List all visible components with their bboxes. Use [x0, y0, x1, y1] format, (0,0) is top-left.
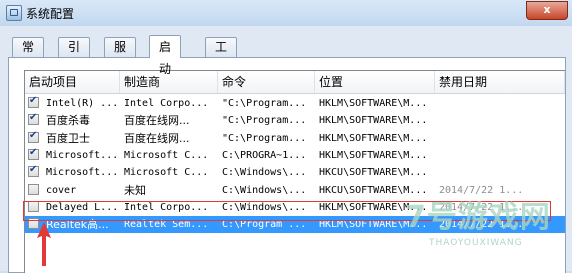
cell-disabled-date	[435, 147, 565, 164]
startup-checkbox[interactable]	[28, 112, 39, 126]
column-disabled-date[interactable]: 禁用日期	[435, 71, 565, 93]
cell-startup-item: Intel(R) ...	[46, 98, 119, 109]
table-row[interactable]: Microsoft... Microsoft C... C:\PROGRA~1...…	[25, 147, 565, 164]
cell-startup-item: 百度杀毒	[46, 114, 90, 128]
table-row[interactable]: Microsoft... Microsoft C... C:\Windows\...…	[25, 164, 565, 181]
cell-location: HKLM\SOFTWARE\M...	[319, 149, 428, 161]
tab-boot[interactable]: 引导	[58, 37, 91, 73]
cell-location: HKLM\SOFTWARE\M...	[319, 132, 428, 144]
startup-checkbox[interactable]	[28, 130, 39, 143]
column-command[interactable]: 命令	[218, 71, 315, 93]
cell-manufacturer: 百度在线网...	[124, 131, 190, 145]
cell-manufacturer: 未知	[124, 183, 146, 197]
cell-disabled-date	[435, 130, 565, 147]
startup-checkbox[interactable]	[28, 164, 39, 178]
cell-command: "C:\Program...	[222, 132, 307, 144]
cell-command: C:\Windows\...	[222, 167, 307, 179]
column-startup-item[interactable]: 启动项目	[25, 71, 120, 93]
window-title: 系统配置	[26, 7, 75, 21]
cell-location: HKCU\SOFTWARE\M...	[319, 167, 428, 179]
watermark-logo-text: 7号游戏网	[405, 200, 551, 235]
cell-manufacturer: 百度在线网...	[124, 114, 190, 128]
watermark-subtitle: THAOYOUXIWANG	[429, 238, 523, 248]
tab-tools[interactable]: 工具	[205, 37, 238, 73]
annotation-arrow-icon	[37, 222, 51, 266]
cell-command: "C:\Program...	[222, 98, 307, 109]
cell-location: HKLM\SOFTWARE\M...	[319, 115, 428, 127]
cell-disabled-date	[435, 95, 565, 112]
startup-checkbox[interactable]	[28, 147, 39, 160]
cell-command: "C:\Program...	[222, 115, 307, 127]
tab-startup[interactable]: 启动	[149, 35, 182, 76]
watermark: 7号游戏网 THAOYOUXIWANG	[405, 192, 555, 264]
cell-manufacturer: Intel Corpo...	[124, 98, 209, 109]
cell-startup-item: Microsoft...	[46, 149, 119, 161]
cell-manufacturer: Microsoft C...	[124, 167, 209, 179]
startup-checkbox[interactable]	[28, 95, 39, 108]
tab-services[interactable]: 服务	[104, 37, 137, 73]
cell-startup-item: 百度卫士	[46, 131, 90, 145]
tab-general[interactable]: 常规	[12, 37, 45, 73]
cell-command: C:\PROGRA~1...	[222, 149, 307, 161]
cell-command: C:\Windows\...	[222, 184, 307, 196]
cell-disabled-date	[435, 112, 565, 129]
close-button[interactable]: x	[526, 1, 568, 20]
title-bar: 系统配置 x	[0, 0, 572, 26]
cell-location: HKLM\SOFTWARE\M...	[319, 98, 428, 109]
list-header: 启动项目 制造商 命令 位置 禁用日期	[25, 71, 565, 94]
table-row[interactable]: 百度卫士 百度在线网... "C:\Program... HKLM\SOFTWARE\…	[25, 130, 565, 147]
system-config-icon	[6, 5, 22, 21]
cell-disabled-date	[435, 164, 565, 181]
column-location[interactable]: 位置	[315, 71, 435, 93]
cell-manufacturer: Microsoft C...	[124, 149, 209, 161]
table-row[interactable]: Intel(R) ... Intel Corpo... "C:\Program...…	[25, 95, 565, 112]
cell-startup-item: cover	[46, 184, 77, 196]
table-row[interactable]: 百度杀毒 百度在线网... "C:\Program... HKLM\SOFTWARE\…	[25, 112, 565, 129]
startup-checkbox[interactable]	[28, 183, 39, 195]
cell-startup-item: Microsoft...	[46, 167, 119, 179]
